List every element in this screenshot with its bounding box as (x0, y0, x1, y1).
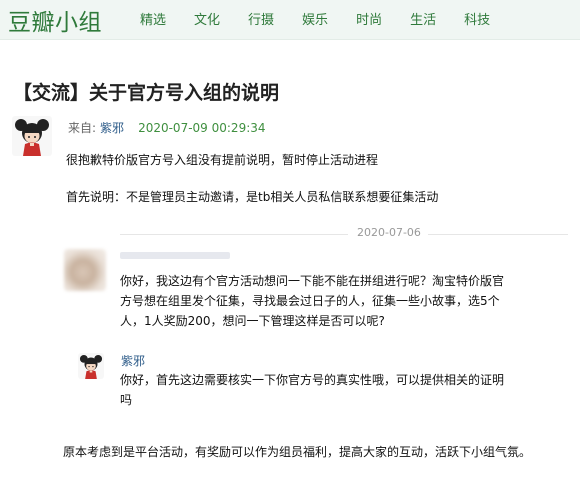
quote-date: 2020-07-06 (357, 226, 421, 239)
nav-item-tech[interactable]: 科技 (464, 9, 490, 28)
quoted-message-line: 方号想在组里发个征集，寻找最会过日子的人，征集一些小故事，选5个 (120, 294, 500, 308)
post-title: 【交流】关于官方号入组的说明 (13, 82, 280, 104)
reply-author-avatar[interactable] (78, 353, 104, 379)
author-avatar[interactable] (12, 116, 52, 156)
blurred-avatar (64, 249, 106, 291)
post-author-meta: 来自: 紫邪 2020-07-09 00:29:34 (68, 119, 266, 136)
reply-message-line: 吗 (120, 393, 133, 407)
post-timestamp: 2020-07-09 00:29:34 (138, 121, 266, 135)
nav-item-life[interactable]: 生活 (410, 9, 436, 28)
quoted-message-line: 人，1人奖励200，想问一下管理这样是否可以呢? (120, 314, 385, 328)
nav-item-travel[interactable]: 行摄 (248, 9, 274, 28)
from-label: 来自: (68, 121, 97, 135)
quoted-message-line: 你好，我这边有个官方活动想问一下能不能在拼组进行呢？淘宝特价版官 (120, 274, 505, 288)
site-logo[interactable]: 豆瓣小组 (8, 3, 102, 37)
top-navigation-bar: 豆瓣小组 精选 文化 行摄 娱乐 时尚 生活 科技 (0, 0, 580, 40)
author-name-link[interactable]: 紫邪 (100, 121, 124, 135)
date-divider-left (120, 234, 348, 235)
post-paragraph-1: 很抱歉特价版官方号入组没有提前说明，暂时停止活动进程 (66, 153, 379, 167)
quoted-message: 你好，我这边有个官方活动想问一下能不能在拼组进行呢？淘宝特价版官 方号想在组里发… (120, 271, 504, 331)
cartoon-girl-icon (12, 116, 52, 156)
post-closing-paragraph: 原本考虑到是平台活动，有奖励可以作为组员福利，提高大家的互动，活跃下小组气氛。 (63, 445, 532, 459)
nav-item-entertainment[interactable]: 娱乐 (302, 9, 328, 28)
post-paragraph-2: 首先说明：不是管理员主动邀请，是tb相关人员私信联系想要征集活动 (66, 190, 439, 204)
reply-message-line: 你好，首先这边需要核实一下你官方号的真实性哦，可以提供相关的证明 (120, 373, 505, 387)
date-divider-right (428, 234, 568, 235)
nav-item-culture[interactable]: 文化 (194, 9, 220, 28)
cartoon-girl-icon (78, 353, 104, 379)
nav-item-featured[interactable]: 精选 (140, 9, 166, 28)
reply-author-name[interactable]: 紫邪 (121, 352, 145, 369)
main-nav: 精选 文化 行摄 娱乐 时尚 生活 科技 (140, 9, 518, 28)
reply-message: 你好，首先这边需要核实一下你官方号的真实性哦，可以提供相关的证明 吗 (120, 370, 504, 410)
nav-item-fashion[interactable]: 时尚 (356, 9, 382, 28)
blurred-username (120, 252, 230, 259)
